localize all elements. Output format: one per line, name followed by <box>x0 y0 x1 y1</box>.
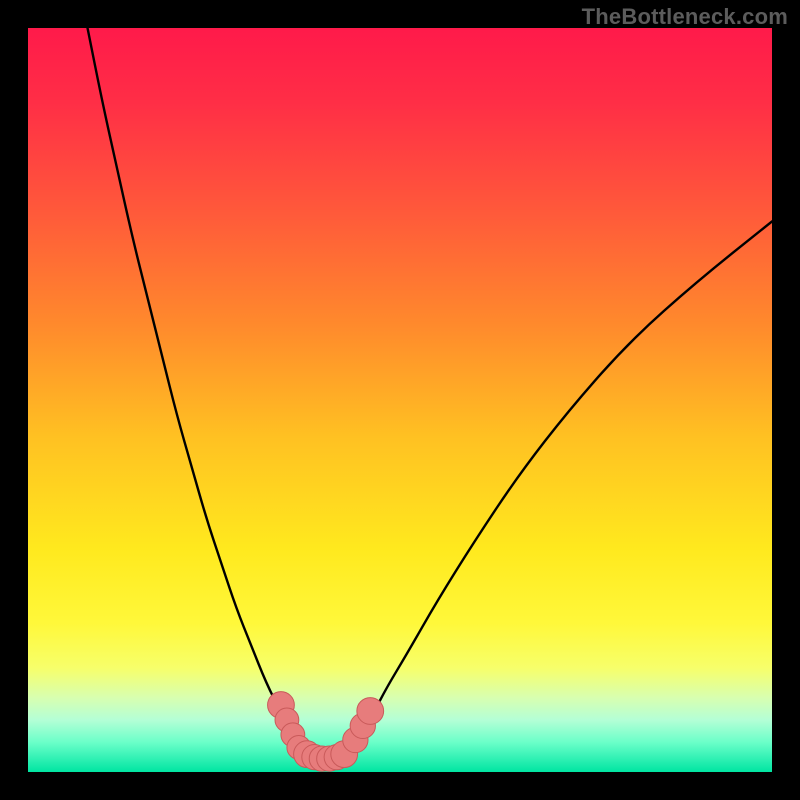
chart-svg <box>28 28 772 772</box>
marker-point <box>357 698 384 725</box>
plot-area <box>28 28 772 772</box>
attribution-label: TheBottleneck.com <box>582 4 788 30</box>
gradient-background <box>28 28 772 772</box>
outer-frame: TheBottleneck.com <box>0 0 800 800</box>
